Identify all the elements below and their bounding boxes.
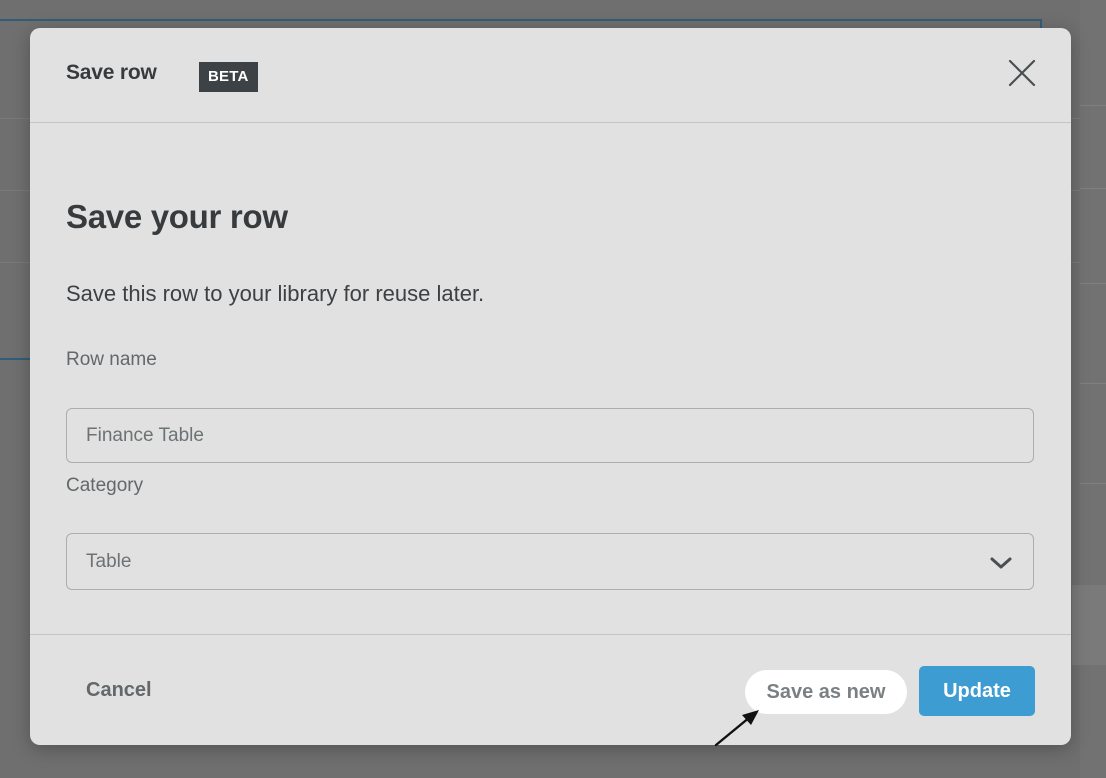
form-heading: Save your row xyxy=(66,198,288,235)
save-as-new-button[interactable]: Save as new xyxy=(745,670,907,714)
save-row-modal: Save row BETA Save your row Save this ro… xyxy=(30,28,1071,747)
close-icon xyxy=(1008,59,1036,87)
background-right-divider xyxy=(1080,383,1106,384)
form-description: Save this row to your library for reuse … xyxy=(66,281,485,306)
modal-header: Save row BETA xyxy=(30,28,1071,123)
background-right-divider xyxy=(1080,188,1106,189)
background-right-block xyxy=(1072,585,1106,665)
modal-footer: Cancel Save as new Update xyxy=(30,634,1071,747)
chevron-down-icon xyxy=(990,557,1012,569)
modal-title: Save row xyxy=(66,61,157,84)
background-right-divider xyxy=(1080,105,1106,106)
background-frame-left-mark xyxy=(0,358,30,360)
background-frame-top xyxy=(0,19,1042,21)
category-label: Category xyxy=(66,475,144,496)
row-name-input[interactable] xyxy=(66,408,1034,463)
update-button[interactable]: Update xyxy=(919,666,1035,716)
cancel-button[interactable]: Cancel xyxy=(86,679,152,702)
beta-badge: BETA xyxy=(199,62,258,92)
background-right-divider xyxy=(1080,283,1106,284)
category-selected-value: Table xyxy=(86,551,132,572)
close-button[interactable] xyxy=(1007,58,1037,88)
row-name-label: Row name xyxy=(66,349,157,370)
background-right-divider xyxy=(1080,483,1106,484)
category-select[interactable]: Table xyxy=(66,533,1034,590)
